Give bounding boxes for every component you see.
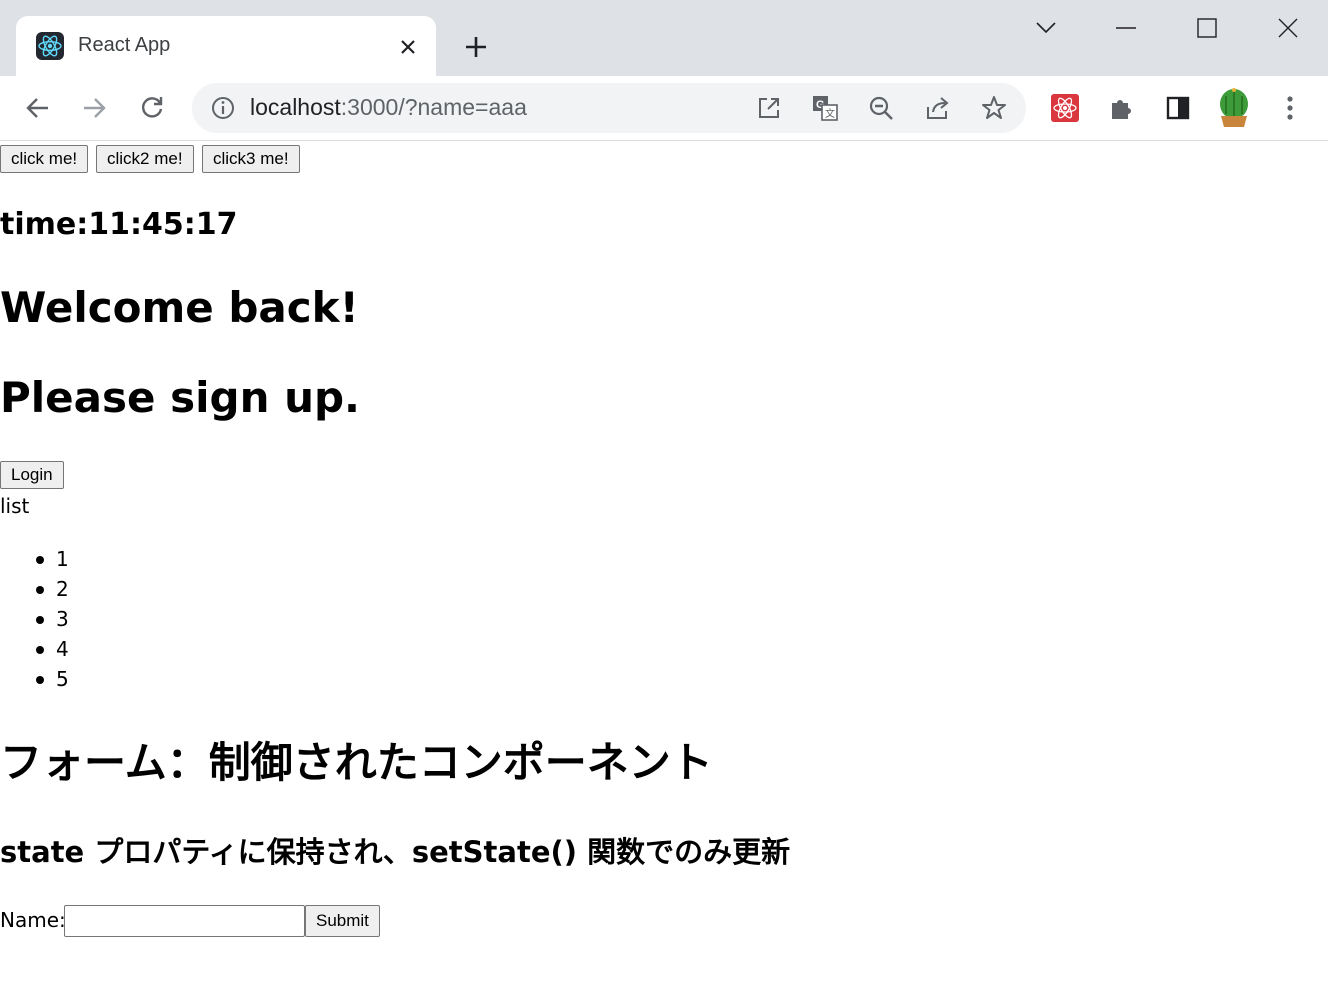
forward-arrow-icon[interactable] [74, 88, 114, 128]
click-me-button[interactable]: click me! [0, 145, 89, 173]
page-content: click me! click2 me! click3 me! time:11:… [0, 141, 1328, 1004]
browser-tab[interactable]: React App [16, 16, 436, 76]
react-devtools-extension-icon[interactable] [1045, 88, 1085, 128]
close-window-icon[interactable] [1268, 8, 1308, 48]
react-favicon-icon [36, 32, 64, 60]
profile-avatar-icon[interactable] [1214, 88, 1254, 128]
translate-icon[interactable]: G文 [808, 91, 842, 125]
maximize-window-icon[interactable] [1187, 8, 1227, 48]
click2-me-button[interactable]: click2 me! [96, 145, 194, 173]
tab-search-chevron-down-icon[interactable] [1026, 8, 1066, 48]
list-label: list [0, 494, 30, 518]
site-info-icon[interactable] [206, 91, 240, 125]
name-input[interactable] [64, 905, 305, 937]
login-button[interactable]: Login [0, 461, 64, 489]
submit-button[interactable]: Submit [305, 905, 380, 937]
close-tab-icon[interactable] [394, 33, 422, 61]
form-subheading: state プロパティに保持され、setState() 関数でのみ更新 [0, 835, 791, 869]
address-bar[interactable]: localhost:3000/?name=aaa G文 [192, 83, 1026, 133]
minimize-window-icon[interactable] [1106, 8, 1146, 48]
browser-toolbar: localhost:3000/?name=aaa G文 [0, 76, 1328, 141]
form-heading: フォーム：制御されたコンポーネント [0, 738, 713, 787]
welcome-heading: Welcome back! [0, 283, 359, 332]
url-path: :3000/?name=aaa [340, 94, 527, 120]
zoom-out-icon[interactable] [864, 91, 898, 125]
back-arrow-icon[interactable] [18, 88, 58, 128]
extensions-puzzle-icon[interactable] [1101, 88, 1141, 128]
svg-text:文: 文 [825, 107, 835, 120]
bookmark-star-icon[interactable] [977, 91, 1011, 125]
signup-heading: Please sign up. [0, 373, 361, 422]
click3-me-button[interactable]: click3 me! [202, 145, 300, 173]
tab-title: React App [78, 34, 171, 56]
url-host: localhost [250, 94, 341, 120]
time-heading: time:11:45:17 [0, 207, 238, 242]
name-label: Name: [0, 908, 66, 932]
reload-icon[interactable] [132, 88, 172, 128]
side-panel-icon[interactable] [1158, 88, 1198, 128]
new-tab-plus-icon[interactable] [456, 27, 496, 67]
share-icon[interactable] [921, 91, 955, 125]
url-text: localhost:3000/?name=aaa [250, 94, 527, 121]
tab-strip: React App [0, 0, 1328, 76]
menu-kebab-icon[interactable] [1270, 88, 1310, 128]
open-in-app-icon[interactable] [752, 91, 786, 125]
